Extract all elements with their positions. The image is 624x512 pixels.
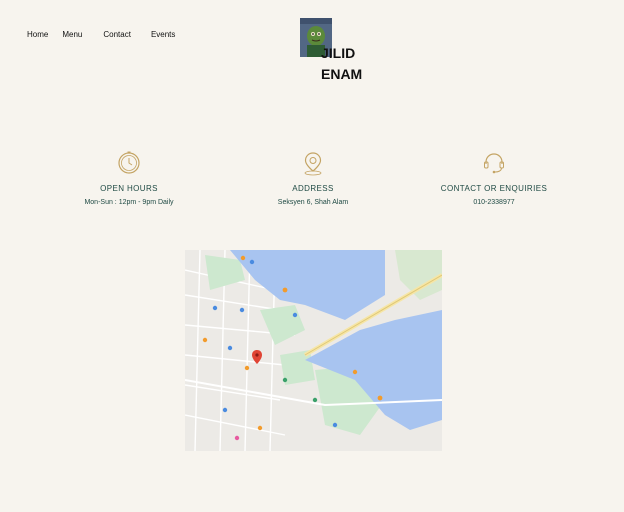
nav-home-link[interactable]: Home (27, 30, 48, 39)
logo-line-2: ENAM (321, 66, 363, 82)
site-logo-text: JILID ENAM (321, 43, 362, 85)
address-block: ADDRESS Seksyen 6, Shah Alam (223, 150, 403, 206)
main-nav: Home Menu Contact Events (27, 30, 175, 39)
contact-value[interactable]: 010-2338977 (404, 199, 584, 206)
location-pin-icon (304, 152, 322, 176)
logo-line-1: JILID (321, 45, 356, 61)
nav-contact-link[interactable]: Contact (103, 30, 131, 39)
contact-heading: CONTACT OR ENQUIRIES (440, 184, 548, 193)
clock-icon (118, 151, 140, 174)
nav-menu-link[interactable]: Menu (62, 30, 82, 39)
location-map[interactable] (185, 250, 442, 451)
address-heading: ADDRESS (292, 184, 334, 193)
headset-icon (484, 153, 504, 174)
open-hours-value: Mon-Sun : 12pm - 9pm Daily (84, 199, 174, 206)
address-value: Seksyen 6, Shah Alam (277, 199, 349, 206)
contact-block: CONTACT OR ENQUIRIES 010-2338977 (404, 150, 584, 206)
open-hours-block: OPEN HOURS Mon-Sun : 12pm - 9pm Daily (39, 150, 219, 206)
open-hours-heading: OPEN HOURS (100, 184, 158, 193)
nav-events-link[interactable]: Events (151, 30, 175, 39)
